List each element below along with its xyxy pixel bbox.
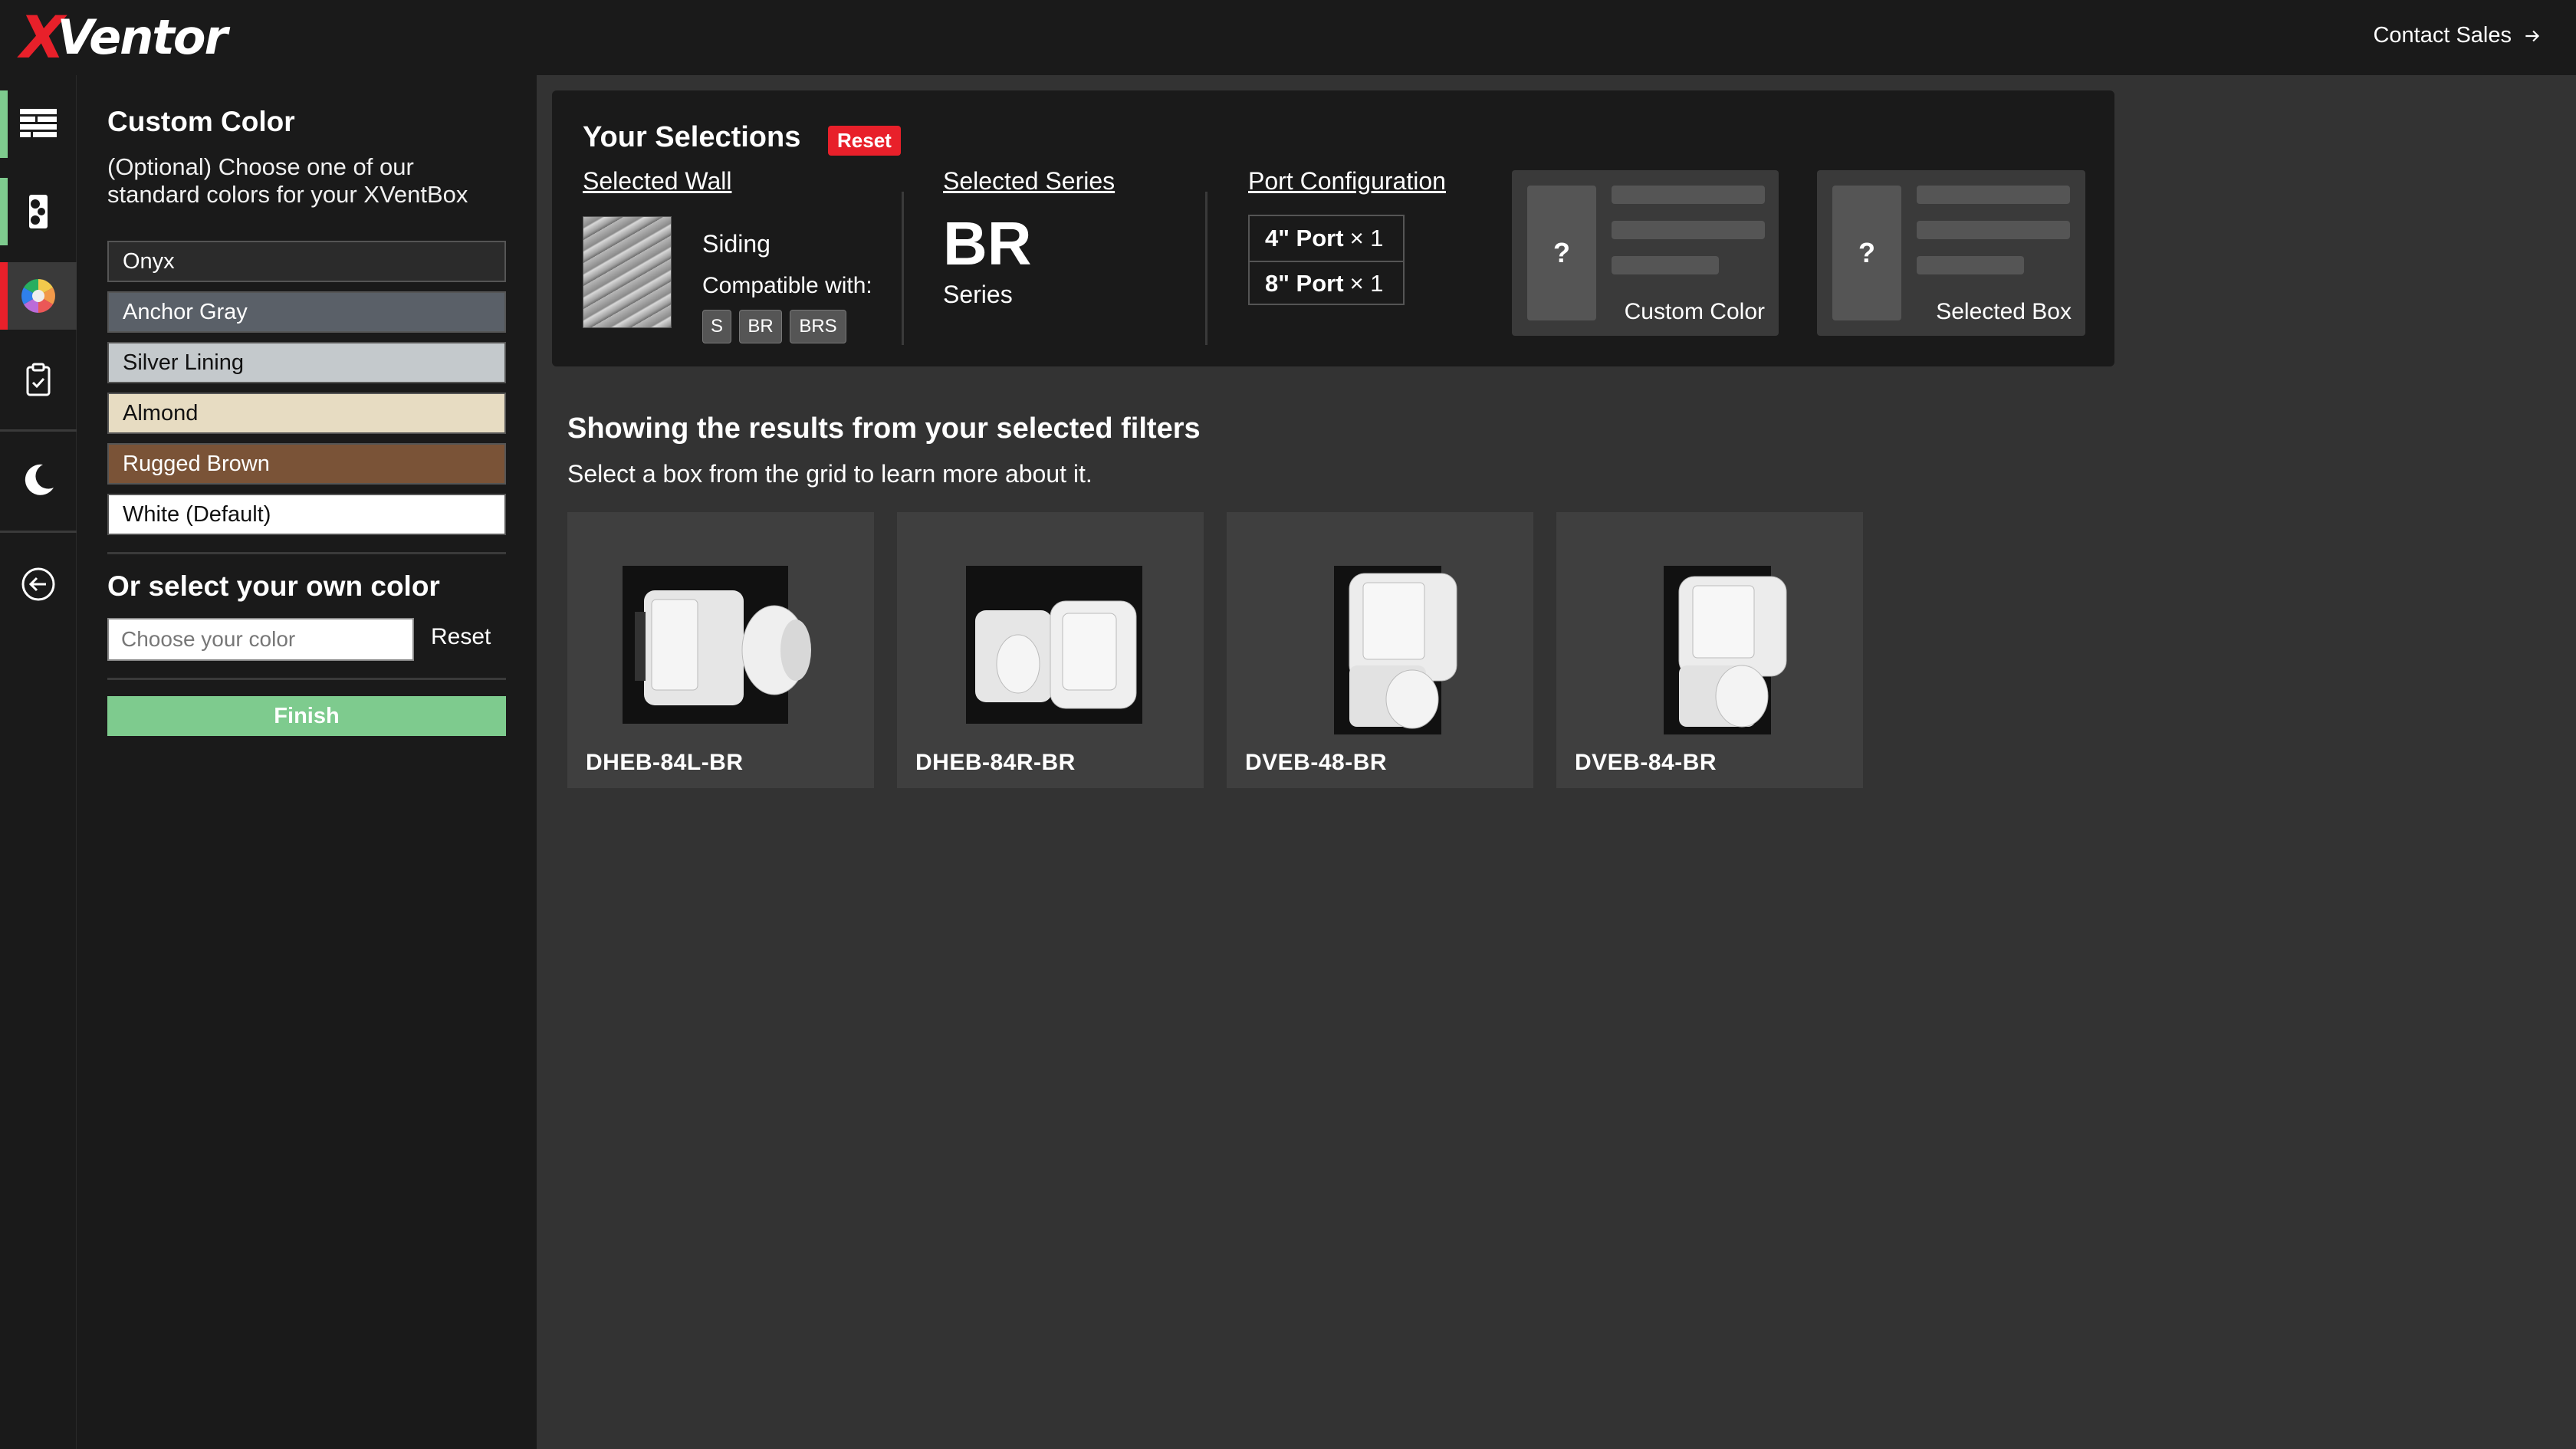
selected-wall-link[interactable]: Selected Wall [583, 167, 731, 196]
swatch-label: Anchor Gray [123, 299, 248, 324]
product-code: DHEB-84R-BR [915, 750, 1076, 775]
rail-wall-step[interactable] [0, 90, 77, 158]
reset-color-button[interactable]: Reset [431, 624, 491, 650]
results-title: Showing the results from your selected f… [567, 412, 1201, 445]
compat-tag: S [702, 310, 731, 343]
wall-name: Siding [702, 230, 770, 258]
finish-button[interactable]: Finish [107, 696, 506, 736]
product-image [623, 566, 811, 724]
theme-toggle[interactable] [0, 446, 77, 514]
unknown-mark: ? [1527, 186, 1596, 320]
rail-divider [0, 531, 77, 533]
product-tile[interactable]: DHEB-84R-BR [897, 512, 1204, 788]
swatch-rugged-brown[interactable]: Rugged Brown [107, 443, 506, 485]
swatch-almond[interactable]: Almond [107, 393, 506, 434]
port-size: 8" Port [1265, 270, 1344, 297]
siding-wall-thumbnail [583, 216, 672, 328]
section-divider [902, 192, 904, 345]
logo-wordmark: Ventor [57, 9, 228, 65]
step-rail [0, 75, 77, 1449]
rail-summary-step[interactable] [0, 347, 77, 414]
swatch-label: White (Default) [123, 501, 271, 527]
selections-card: Your Selections Reset Selected Wall Sidi… [552, 90, 2114, 366]
swatch-silver-lining[interactable]: Silver Lining [107, 342, 506, 383]
placeholder-label: Custom Color [1624, 299, 1765, 324]
placeholder-label: Selected Box [1936, 299, 2072, 324]
custom-color-placeholder: ? Custom Color [1512, 170, 1779, 336]
skeleton-line [1917, 256, 2024, 274]
product-image [966, 566, 1142, 724]
swatch-anchor-gray[interactable]: Anchor Gray [107, 291, 506, 333]
product-tile[interactable]: DVEB-84-BR [1556, 512, 1863, 788]
step-complete-indicator [0, 90, 8, 158]
swatch-label: Almond [123, 400, 199, 426]
panel-description: (Optional) Choose one of our standard co… [107, 153, 468, 208]
skeleton-line [1917, 221, 2070, 239]
rail-divider [0, 429, 77, 432]
series-label: Series [943, 281, 1013, 308]
xventor-logo[interactable]: X Ventor [20, 3, 228, 71]
compat-tag: BRS [790, 310, 846, 343]
contact-sales-link[interactable]: Contact Sales [2373, 23, 2542, 48]
product-image [1664, 566, 1787, 734]
product-code: DVEB-48-BR [1245, 750, 1388, 775]
clipboard-check-icon [26, 363, 51, 396]
color-wheel-icon [21, 279, 55, 313]
logo-x: X [20, 3, 65, 71]
brick-wall-icon [20, 109, 57, 137]
ports-icon [29, 195, 48, 228]
unknown-mark: ? [1832, 186, 1901, 320]
product-code: DVEB-84-BR [1575, 750, 1717, 775]
panel-title: Custom Color [107, 106, 295, 137]
rail-color-step[interactable] [0, 262, 77, 330]
main-content: Your Selections Reset Selected Wall Sidi… [537, 75, 2576, 1449]
selected-box-placeholder: ? Selected Box [1817, 170, 2085, 336]
swatch-onyx[interactable]: Onyx [107, 241, 506, 282]
swatch-label: Rugged Brown [123, 451, 270, 476]
moon-icon [25, 464, 54, 495]
panel-divider [107, 678, 506, 680]
port-size: 4" Port [1265, 225, 1344, 251]
compat-tag: BR [739, 310, 782, 343]
skeleton-line [1612, 256, 1719, 274]
port-row: 4" Port × 1 [1250, 216, 1403, 261]
port-qty: × 1 [1349, 225, 1384, 251]
rail-series-step[interactable] [0, 178, 77, 245]
port-row: 8" Port × 1 [1250, 261, 1403, 305]
color-panel: Custom Color (Optional) Choose one of ou… [77, 75, 537, 1449]
arrow-left-circle-icon [21, 567, 55, 601]
own-color-title: Or select your own color [107, 570, 440, 602]
swatch-label: Silver Lining [123, 350, 244, 375]
product-code: DHEB-84L-BR [586, 750, 744, 775]
contact-sales-label: Contact Sales [2373, 23, 2512, 48]
port-list: 4" Port × 1 8" Port × 1 [1248, 215, 1405, 305]
swatch-white-default[interactable]: White (Default) [107, 494, 506, 535]
port-configuration-link[interactable]: Port Configuration [1248, 167, 1446, 196]
port-qty: × 1 [1349, 270, 1384, 297]
compatible-label: Compatible with: [702, 273, 872, 298]
product-image [1334, 566, 1457, 734]
skeleton-line [1612, 186, 1765, 204]
selected-series-link[interactable]: Selected Series [943, 167, 1115, 196]
step-active-indicator [0, 262, 8, 330]
skeleton-line [1612, 221, 1765, 239]
selections-title: Your Selections [583, 121, 801, 153]
series-code: BR [943, 209, 1032, 278]
panel-divider [107, 552, 506, 554]
swatch-label: Onyx [123, 248, 175, 274]
arrow-right-icon [2525, 30, 2540, 41]
product-tile[interactable]: DHEB-84L-BR [567, 512, 874, 788]
custom-color-input[interactable] [107, 618, 414, 661]
back-button[interactable] [0, 550, 77, 618]
reset-selections-button[interactable]: Reset [828, 126, 901, 156]
results-subtitle: Select a box from the grid to learn more… [567, 460, 1092, 488]
section-divider [1205, 192, 1208, 345]
product-tile[interactable]: DVEB-48-BR [1227, 512, 1533, 788]
top-bar: X Ventor Contact Sales [0, 0, 2576, 75]
step-complete-indicator [0, 178, 8, 245]
skeleton-line [1917, 186, 2070, 204]
